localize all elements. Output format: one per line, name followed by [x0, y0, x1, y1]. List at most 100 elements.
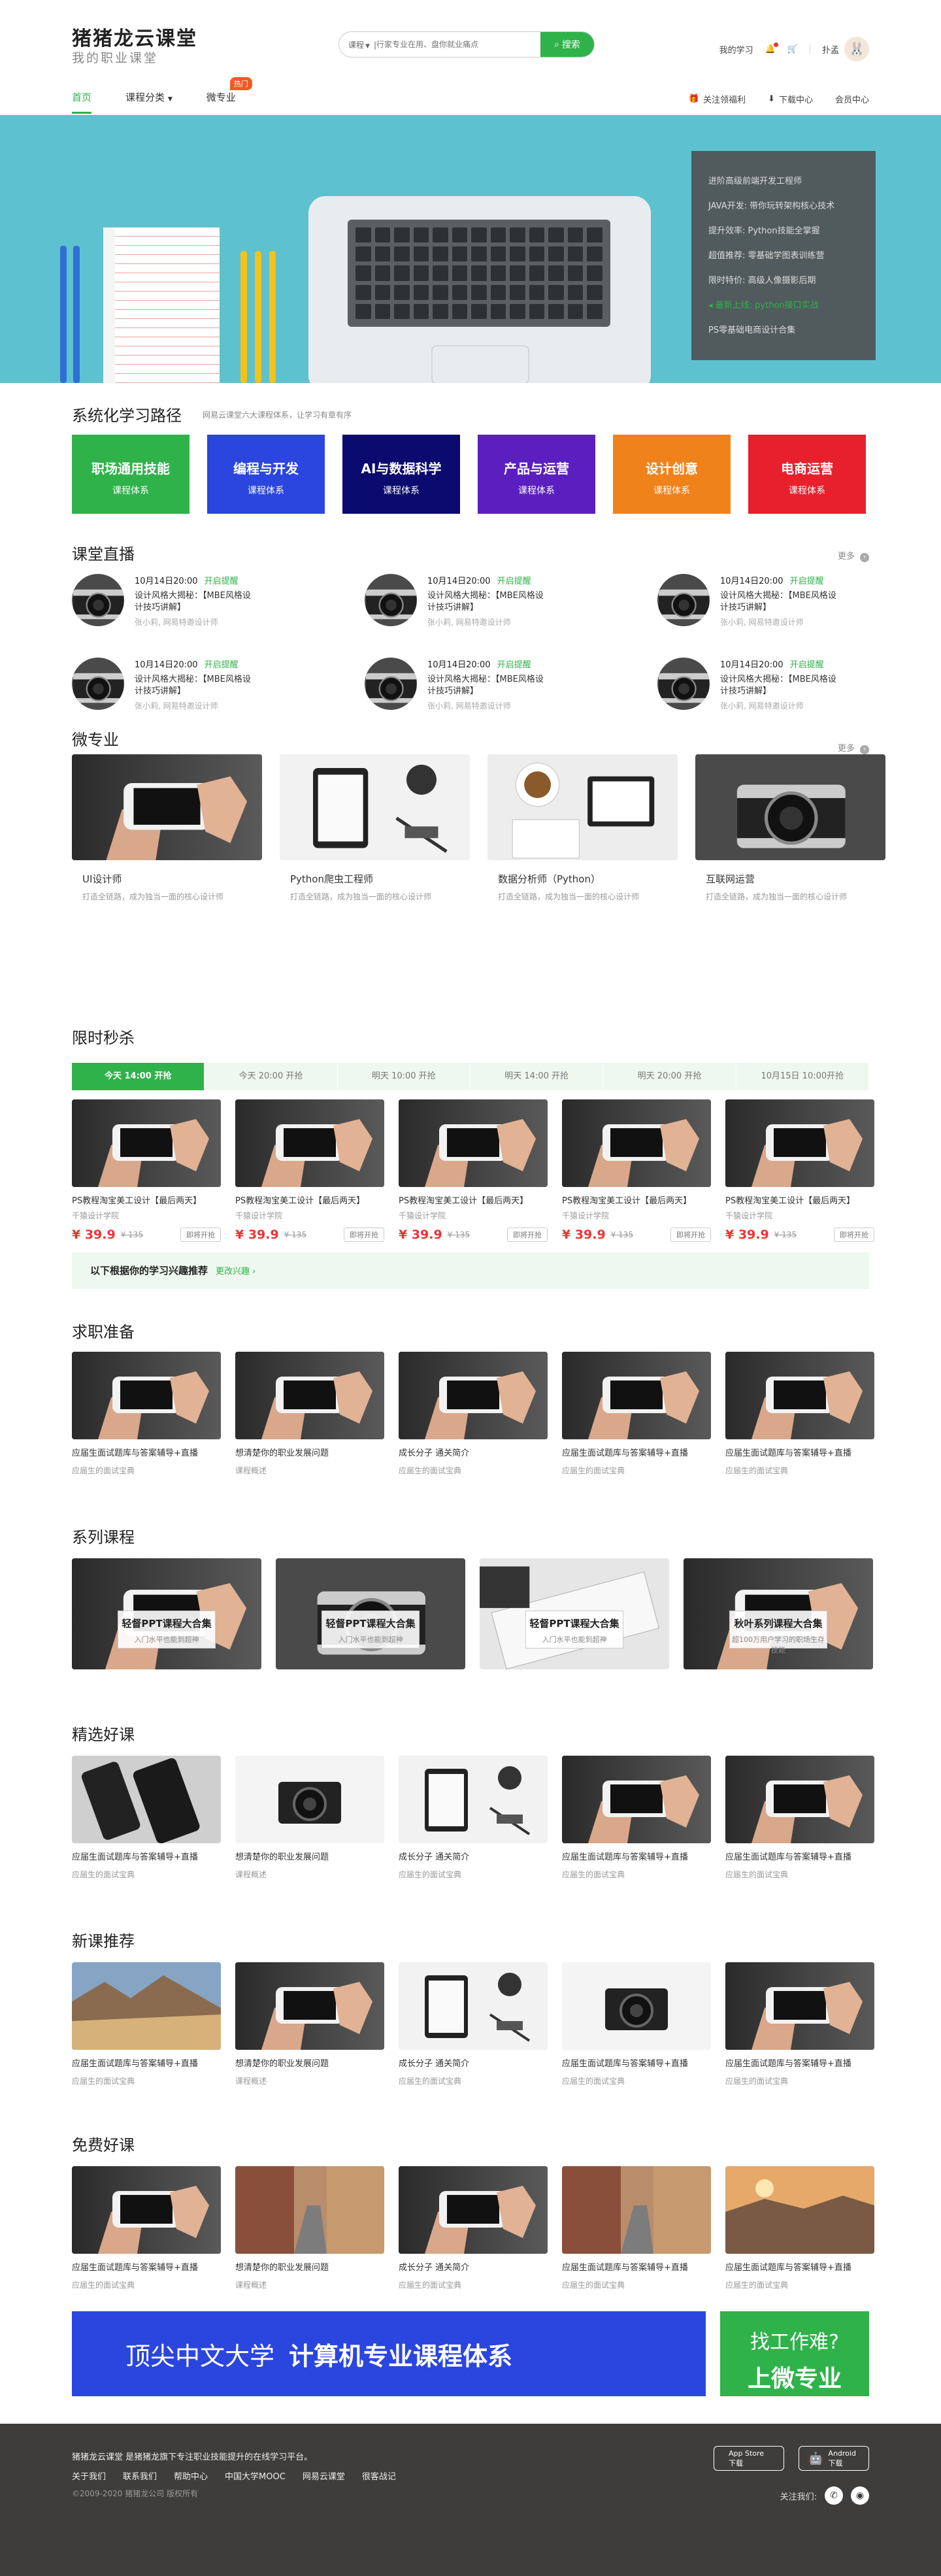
flash-tab[interactable]: 10月15日 10:00开抢	[736, 1063, 869, 1090]
search-button[interactable]: ⌕ 搜索	[540, 32, 594, 57]
path-card[interactable]: AI与数据科学 课程体系	[342, 435, 460, 514]
live-card[interactable]: 10月14日20:00 开启提醒 设计风格大揭秘：【MBE风格设计技巧讲解】 张小莉,…	[365, 574, 657, 634]
live-card[interactable]: 10月14日20:00 开启提醒 设计风格大揭秘：【MBE风格设计技巧讲解】 张小莉,…	[72, 574, 365, 634]
more-link[interactable]: 更多 ›	[838, 549, 869, 562]
path-card[interactable]: 设计创意 课程体系	[613, 435, 731, 514]
footer-link[interactable]: 关于我们	[72, 2469, 106, 2482]
flash-card[interactable]: PS教程淘宝美工设计【最后两天】 千猿设计学院 ¥ 39.9 ¥ 135 即将开抢	[235, 1099, 384, 1242]
banner-menu-item[interactable]: 超值推荐: 零基础学图表训练营	[708, 244, 876, 269]
footer-link[interactable]: 帮助中心	[174, 2469, 208, 2482]
banner-menu-item[interactable]: 提升效率: Python技能全掌握	[708, 219, 876, 244]
bell-icon[interactable]: 🔔	[765, 42, 778, 54]
course-card[interactable]: 想清楚你的职业发展问题 课程概述	[235, 1962, 384, 2086]
flash-tab[interactable]: 明天 20:00 开抢	[603, 1063, 736, 1090]
series-card[interactable]: 秋叶系列课程大合集 超100万用户学习的职场生存技能	[684, 1558, 873, 1669]
course-card[interactable]: 应届生面试题库与答案辅导+直播 应届生的面试宝典	[72, 1352, 221, 1476]
path-card[interactable]: 产品与运营 课程体系	[478, 435, 595, 514]
my-study-link[interactable]: 我的学习	[719, 43, 753, 56]
course-card[interactable]: 成长分子 通关简介 应届生的面试宝典	[399, 1352, 548, 1476]
footer-link[interactable]: 中国大学MOOC	[225, 2469, 286, 2482]
micro-card[interactable]: UI设计师 打造全链路，成为独当一面的核心设计师	[72, 754, 262, 902]
search-input[interactable]	[376, 40, 540, 49]
weibo-icon[interactable]: ◉	[851, 2486, 869, 2505]
series-card[interactable]: 轻督PPT课程大合集 入门水平也能到超神	[480, 1558, 669, 1669]
wechat-icon[interactable]: ✆	[825, 2486, 843, 2505]
flash-tab[interactable]: 明天 10:00 开抢	[338, 1063, 470, 1090]
banner-menu-item[interactable]: 进阶高级前端开发工程师	[708, 169, 876, 194]
flash-card[interactable]: PS教程淘宝美工设计【最后两天】 千猿设计学院 ¥ 39.9 ¥ 135 即将开抢	[562, 1099, 711, 1242]
footer-link[interactable]: 很客战记	[362, 2469, 396, 2482]
live-card[interactable]: 10月14日20:00 开启提醒 设计风格大揭秘：【MBE风格设计技巧讲解】 张小莉,…	[657, 658, 941, 718]
avatar[interactable]: 🐰	[844, 37, 869, 61]
nav-home[interactable]: 首页	[72, 90, 92, 114]
flash-tab[interactable]: 今天 20:00 开抢	[205, 1063, 338, 1090]
flash-card[interactable]: PS教程淘宝美工设计【最后两天】 千猿设计学院 ¥ 39.9 ¥ 135 即将开抢	[72, 1099, 221, 1242]
coming-soon-button[interactable]: 即将开抢	[180, 1228, 221, 1242]
series-card[interactable]: 轻督PPT课程大合集 入门水平也能到超神	[276, 1558, 465, 1669]
course-card[interactable]: 成长分子 通关简介 应届生的面试宝典	[399, 1756, 548, 1880]
course-card[interactable]: 成长分子 通关简介 应届生的面试宝典	[399, 2166, 548, 2290]
remind-link[interactable]: 开启提醒	[205, 660, 239, 670]
more-link[interactable]: 更多 ›	[838, 741, 869, 754]
course-card[interactable]: 应届生面试题库与答案辅导+直播 应届生的面试宝典	[72, 2166, 221, 2290]
course-card[interactable]: 应届生面试题库与答案辅导+直播 应届生的面试宝典	[72, 1962, 221, 2086]
coming-soon-button[interactable]: 即将开抢	[507, 1228, 548, 1242]
flash-tab[interactable]: 今天 14:00 开抢	[72, 1063, 205, 1090]
coming-soon-button[interactable]: 即将开抢	[670, 1228, 711, 1242]
path-card[interactable]: 职场通用技能 课程体系	[72, 435, 190, 514]
remind-link[interactable]: 开启提醒	[790, 577, 824, 586]
flash-card[interactable]: PS教程淘宝美工设计【最后两天】 千猿设计学院 ¥ 39.9 ¥ 135 即将开抢	[725, 1099, 874, 1242]
course-card[interactable]: 应届生面试题库与答案辅导+直播 应届生的面试宝典	[725, 2166, 874, 2290]
coming-soon-button[interactable]: 即将开抢	[344, 1228, 384, 1242]
course-card[interactable]: 应届生面试题库与答案辅导+直播 应届生的面试宝典	[725, 1962, 874, 2086]
remind-link[interactable]: 开启提醒	[205, 577, 239, 586]
course-card[interactable]: 应届生面试题库与答案辅导+直播 应届生的面试宝典	[725, 1756, 874, 1880]
coming-soon-button[interactable]: 即将开抢	[834, 1228, 874, 1242]
remind-link[interactable]: 开启提醒	[497, 577, 531, 586]
live-card[interactable]: 10月14日20:00 开启提醒 设计风格大揭秘：【MBE风格设计技巧讲解】 张小莉,…	[657, 574, 941, 634]
nav-categories[interactable]: 课程分类 ▼	[125, 90, 173, 114]
remind-link[interactable]: 开启提醒	[790, 660, 824, 670]
footer-link[interactable]: 联系我们	[123, 2469, 157, 2482]
course-card[interactable]: 应届生面试题库与答案辅导+直播 应届生的面试宝典	[562, 2166, 711, 2290]
course-card[interactable]: 应届生面试题库与答案辅导+直播 应届生的面试宝典	[562, 1962, 711, 2086]
course-card[interactable]: 想清楚你的职业发展问题 课程概述	[235, 2166, 384, 2290]
course-card[interactable]: 想清楚你的职业发展问题 课程概述	[235, 1756, 384, 1880]
hero-banner[interactable]: 进阶高级前端开发工程师 JAVA开发: 带你玩转架构核心技术 提升效率: Pytho…	[0, 115, 941, 383]
banner-menu-item[interactable]: JAVA开发: 带你玩转架构核心技术	[708, 194, 876, 219]
flash-card[interactable]: PS教程淘宝美工设计【最后两天】 千猿设计学院 ¥ 39.9 ¥ 135 即将开抢	[399, 1099, 548, 1242]
course-card[interactable]: 想清楚你的职业发展问题 课程概述	[235, 1352, 384, 1476]
series-card[interactable]: 轻督PPT课程大合集 入门水平也能到超神	[72, 1558, 261, 1669]
course-card[interactable]: 应届生面试题库与答案辅导+直播 应届生的面试宝典	[725, 1352, 874, 1476]
live-card[interactable]: 10月14日20:00 开启提醒 设计风格大揭秘：【MBE风格设计技巧讲解】 张小莉,…	[365, 658, 657, 718]
ad-banner-micro[interactable]: 找工作难? 上微专业	[720, 2311, 869, 2396]
banner-menu-item[interactable]: 限时特价: 高级人像摄影后期	[708, 269, 876, 293]
micro-card[interactable]: 互联网运营 打造全链路，成为独当一面的核心设计师	[695, 754, 885, 902]
banner-menu-item[interactable]: 最新上线: python接口实战	[708, 293, 876, 318]
micro-card[interactable]: Python爬虫工程师 打造全链路，成为独当一面的核心设计师	[280, 754, 470, 902]
app-store-button[interactable]: App Store 下载	[714, 2446, 784, 2471]
nav-member[interactable]: 会员中心	[835, 93, 869, 105]
cart-icon[interactable]: 🛒	[787, 44, 798, 54]
username[interactable]: 扑孟	[822, 43, 839, 56]
live-card[interactable]: 10月14日20:00 开启提醒 设计风格大揭秘：【MBE风格设计技巧讲解】 张小莉,…	[72, 658, 365, 718]
android-button[interactable]: 🤖 Android 下载	[799, 2446, 869, 2471]
ad-banner-cs[interactable]: 顶尖中文大学 计算机专业课程体系	[72, 2311, 706, 2396]
logo-title[interactable]: 猪猪龙云课堂	[72, 22, 197, 51]
banner-menu-item[interactable]: PS零基础电商设计合集	[708, 318, 876, 343]
nav-follow-gift[interactable]: 🎁 关注领福利	[689, 93, 746, 105]
search-category[interactable]: 课程 ▼ |	[339, 39, 376, 50]
remind-link[interactable]: 开启提醒	[497, 660, 531, 670]
nav-download[interactable]: ⬇ 下载中心	[768, 93, 813, 105]
footer-link[interactable]: 网易云课堂	[303, 2469, 345, 2482]
nav-micro[interactable]: 微专业 热门	[206, 77, 252, 114]
path-card[interactable]: 编程与开发 课程体系	[207, 435, 325, 514]
course-card[interactable]: 成长分子 通关简介 应届生的面试宝典	[399, 1962, 548, 2086]
change-interest-link[interactable]: 更改兴趣 ›	[216, 1267, 256, 1277]
course-card[interactable]: 应届生面试题库与答案辅导+直播 应届生的面试宝典	[562, 1352, 711, 1476]
course-card[interactable]: 应届生面试题库与答案辅导+直播 应届生的面试宝典	[562, 1756, 711, 1880]
path-card[interactable]: 电商运营 课程体系	[748, 435, 866, 514]
course-card[interactable]: 应届生面试题库与答案辅导+直播 应届生的面试宝典	[72, 1756, 221, 1880]
flash-tab[interactable]: 明天 14:00 开抢	[470, 1063, 604, 1090]
micro-card[interactable]: 数据分析师（Python） 打造全链路，成为独当一面的核心设计师	[487, 754, 678, 902]
